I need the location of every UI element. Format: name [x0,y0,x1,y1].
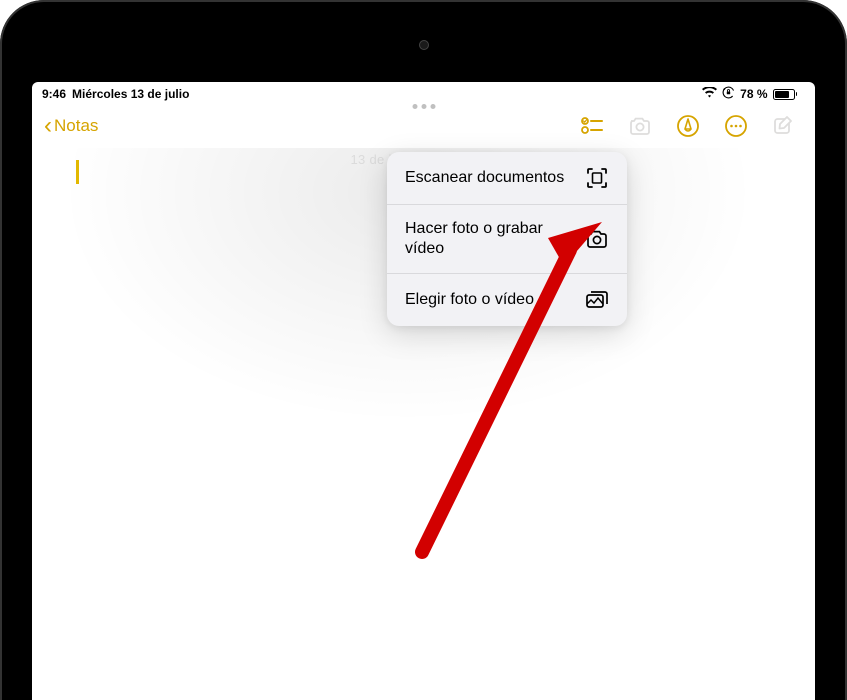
battery-percent: 78 % [740,87,767,101]
compose-icon[interactable] [771,113,797,139]
device-camera-dot [419,40,429,50]
scan-icon [585,166,609,190]
status-time: 9:46 [42,87,66,101]
status-date: Miércoles 13 de julio [72,87,189,101]
camera-popover: Escanear documentos Hacer foto o grabar … [387,152,627,326]
popover-item-take-photo-video[interactable]: Hacer foto o grabar vídeo [387,205,627,274]
popover-label: Escanear documentos [405,168,564,188]
popover-label: Hacer foto o grabar vídeo [405,219,565,259]
back-button[interactable]: ‹ Notas [44,114,98,138]
popover-item-choose-photo-video[interactable]: Elegir foto o vídeo [387,274,627,326]
markup-icon[interactable] [675,113,701,139]
camera-icon [585,227,609,251]
multitasking-grabber[interactable] [412,104,435,109]
screen: 9:46 Miércoles 13 de julio [32,82,815,700]
wifi-icon [702,87,717,101]
popover-item-scan-documents[interactable]: Escanear documentos [387,152,627,205]
text-cursor [76,160,79,184]
back-label: Notas [54,116,98,136]
toolbar-right [579,113,797,139]
status-left: 9:46 Miércoles 13 de julio [42,87,189,101]
gallery-icon [585,288,609,312]
orientation-lock-icon [722,86,735,102]
more-icon[interactable] [723,113,749,139]
camera-icon[interactable] [627,113,653,139]
popover-label: Elegir foto o vídeo [405,290,534,310]
status-bar: 9:46 Miércoles 13 de julio [32,82,815,104]
checklist-icon[interactable] [579,113,605,139]
status-right: 78 % [702,86,797,102]
battery-icon [773,89,798,100]
notes-toolbar: ‹ Notas [32,104,815,148]
chevron-left-icon: ‹ [44,114,52,138]
device-frame: 9:46 Miércoles 13 de julio [0,0,847,700]
